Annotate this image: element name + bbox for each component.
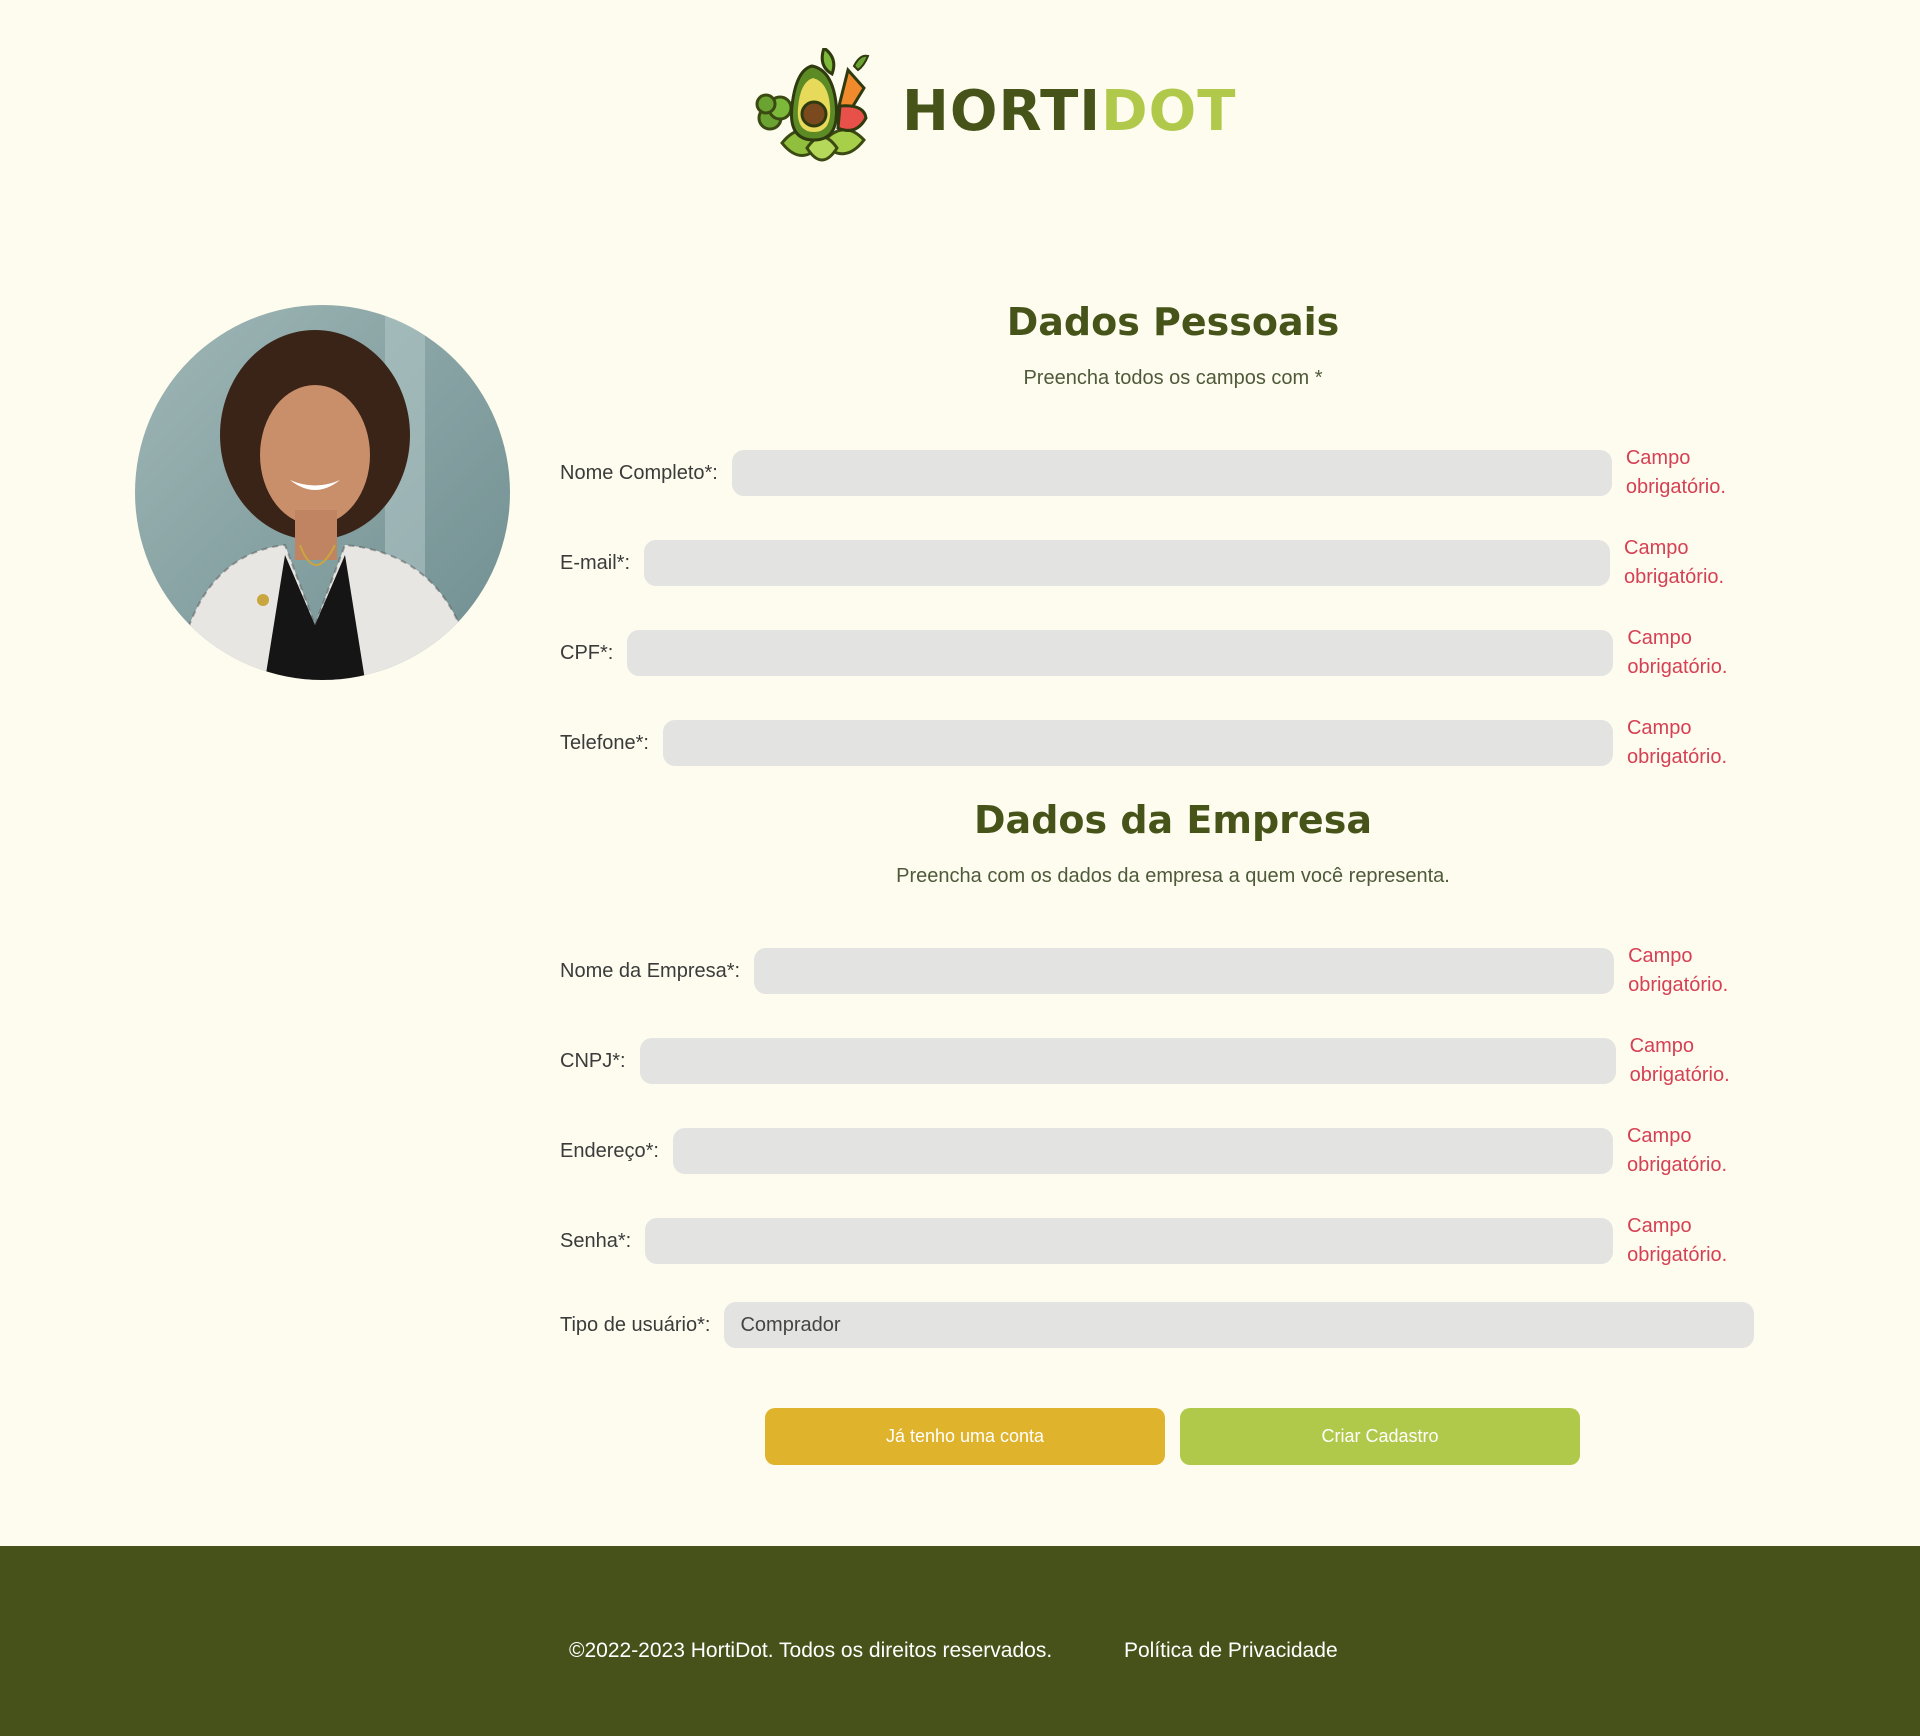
phone-error: Campo obrigatório.	[1626, 717, 1728, 768]
cpf-input[interactable]	[627, 630, 1614, 676]
brand-name-part1: HORTI	[902, 79, 1102, 144]
company-name-label: Nome da Empresa*:	[560, 959, 741, 982]
cpf-label: CPF*:	[560, 641, 614, 664]
portrait-image	[135, 305, 510, 680]
personal-section-subtitle: Preencha todos os campos com *	[1023, 367, 1323, 389]
full-name-input[interactable]	[731, 450, 1612, 496]
personal-section-title: Dados Pessoais	[1006, 300, 1340, 344]
phone-label: Telefone*:	[560, 731, 649, 754]
address-label: Endereço*:	[560, 1139, 659, 1162]
email-error: Campo obrigatório.	[1624, 537, 1725, 588]
privacy-policy-link[interactable]: Política de Privacidade	[1124, 1639, 1338, 1663]
company-name-input[interactable]	[754, 948, 1615, 994]
field-row-company-name: Nome da Empresa*: Campo obrigatório.	[560, 941, 1758, 1001]
field-row-cpf: CPF*: Campo obrigatório.	[560, 623, 1757, 683]
email-input[interactable]	[644, 540, 1611, 586]
site-header: HORTIDOT	[0, 0, 1920, 220]
company-section-title: Dados da Empresa	[974, 798, 1372, 842]
field-row-address: Endereço*: Campo obrigatório.	[560, 1121, 1757, 1181]
cnpj-input[interactable]	[639, 1038, 1616, 1084]
create-account-button[interactable]: Criar Cadastro	[1180, 1408, 1580, 1465]
cpf-error: Campo obrigatório.	[1627, 627, 1728, 678]
vegetables-logo-icon	[755, 48, 870, 162]
user-type-selected-value: Comprador	[740, 1313, 841, 1336]
user-type-label: Tipo de usuário*:	[560, 1313, 711, 1336]
cnpj-label: CNPJ*:	[560, 1049, 626, 1072]
phone-input[interactable]	[662, 720, 1613, 766]
site-footer: ©2022-2023 HortiDot. Todos os direitos r…	[0, 1546, 1920, 1736]
brand-logo[interactable]: HORTIDOT	[752, 48, 1235, 176]
profile-photo	[135, 305, 510, 680]
field-row-password: Senha*: Campo obrigatório.	[560, 1211, 1757, 1271]
login-button[interactable]: Já tenho uma conta	[765, 1408, 1165, 1465]
brand-name-part2: DOT	[1101, 79, 1237, 144]
password-error: Campo obrigatório.	[1627, 1215, 1728, 1266]
email-label: E-mail*:	[560, 551, 631, 574]
password-input[interactable]	[645, 1218, 1614, 1264]
company-section-subtitle: Preencha com os dados da empresa a quem …	[896, 865, 1450, 887]
address-error: Campo obrigatório.	[1626, 1125, 1728, 1176]
brand-name: HORTIDOT	[902, 84, 1236, 140]
full-name-error: Campo obrigatório.	[1625, 447, 1726, 498]
field-row-phone: Telefone*: Campo obrigatório.	[560, 713, 1757, 773]
user-type-select[interactable]: Comprador	[724, 1302, 1755, 1348]
password-label: Senha*:	[560, 1229, 632, 1252]
field-row-full-name: Nome Completo*: Campo obrigatório.	[560, 443, 1756, 503]
field-row-cnpj: CNPJ*: Campo obrigatório.	[560, 1031, 1760, 1091]
cnpj-error: Campo obrigatório.	[1629, 1035, 1730, 1086]
company-name-error: Campo obrigatório.	[1628, 945, 1729, 996]
address-input[interactable]	[672, 1128, 1613, 1174]
full-name-label: Nome Completo*:	[560, 461, 718, 484]
copyright-text: ©2022-2023 HortiDot. Todos os direitos r…	[569, 1639, 1053, 1662]
field-row-email: E-mail*: Campo obrigatório.	[560, 533, 1754, 593]
field-row-user-type: Tipo de usuário*: Comprador	[560, 1295, 1755, 1355]
